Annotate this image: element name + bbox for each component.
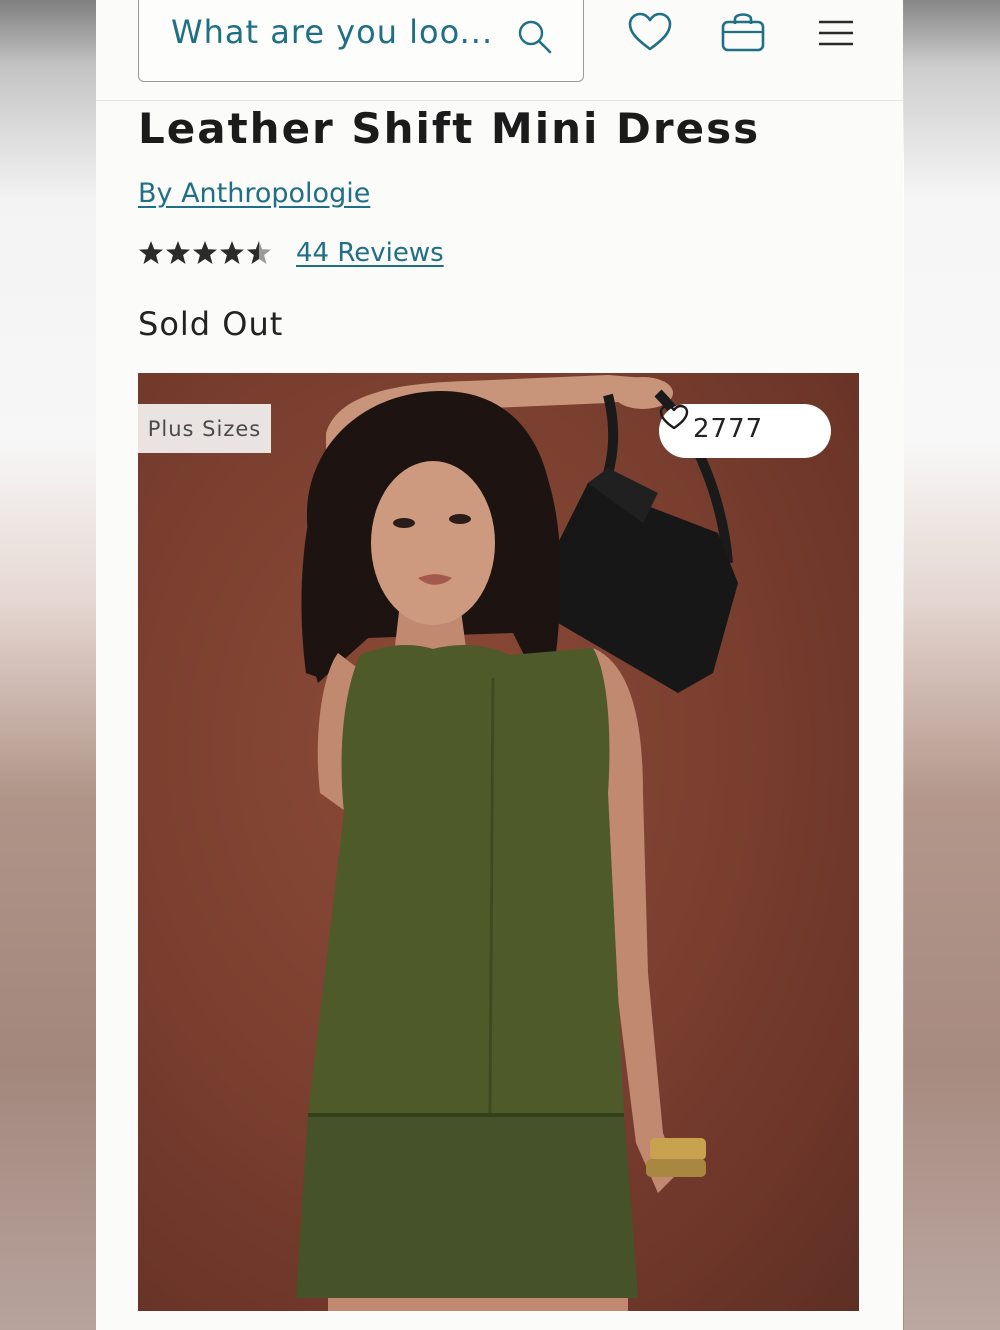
reviews-link[interactable]: 44 Reviews	[296, 238, 444, 268]
product-page: What are you loo... Leather Shift Mini D…	[96, 0, 903, 1330]
star-icon	[193, 241, 217, 264]
favorite-count: 2777	[693, 414, 764, 444]
menu-icon[interactable]	[818, 19, 854, 47]
heart-icon	[659, 404, 689, 430]
product-title: Leather Shift Mini Dress	[138, 104, 761, 153]
star-icon	[166, 241, 190, 264]
model-photo-illustration	[296, 375, 738, 1311]
availability-status: Sold Out	[138, 305, 284, 343]
search-placeholder: What are you loo...	[171, 13, 494, 51]
star-rating[interactable]	[138, 240, 272, 270]
product-image[interactable]: Plus Sizes 2777	[138, 373, 859, 1311]
search-icon[interactable]	[517, 19, 553, 55]
search-input[interactable]: What are you loo...	[138, 0, 584, 82]
site-header: What are you loo...	[96, 0, 903, 101]
background-blur-left	[0, 0, 96, 1330]
star-half-icon	[247, 241, 271, 264]
bag-icon[interactable]	[720, 8, 766, 54]
background-blur-right	[904, 0, 1000, 1330]
heart-icon[interactable]	[628, 12, 672, 52]
favorite-button[interactable]: 2777	[659, 404, 831, 458]
star-icon	[139, 241, 163, 264]
brand-link[interactable]: By Anthropologie	[138, 178, 370, 209]
star-icon	[220, 241, 244, 264]
plus-sizes-tag: Plus Sizes	[138, 404, 271, 453]
